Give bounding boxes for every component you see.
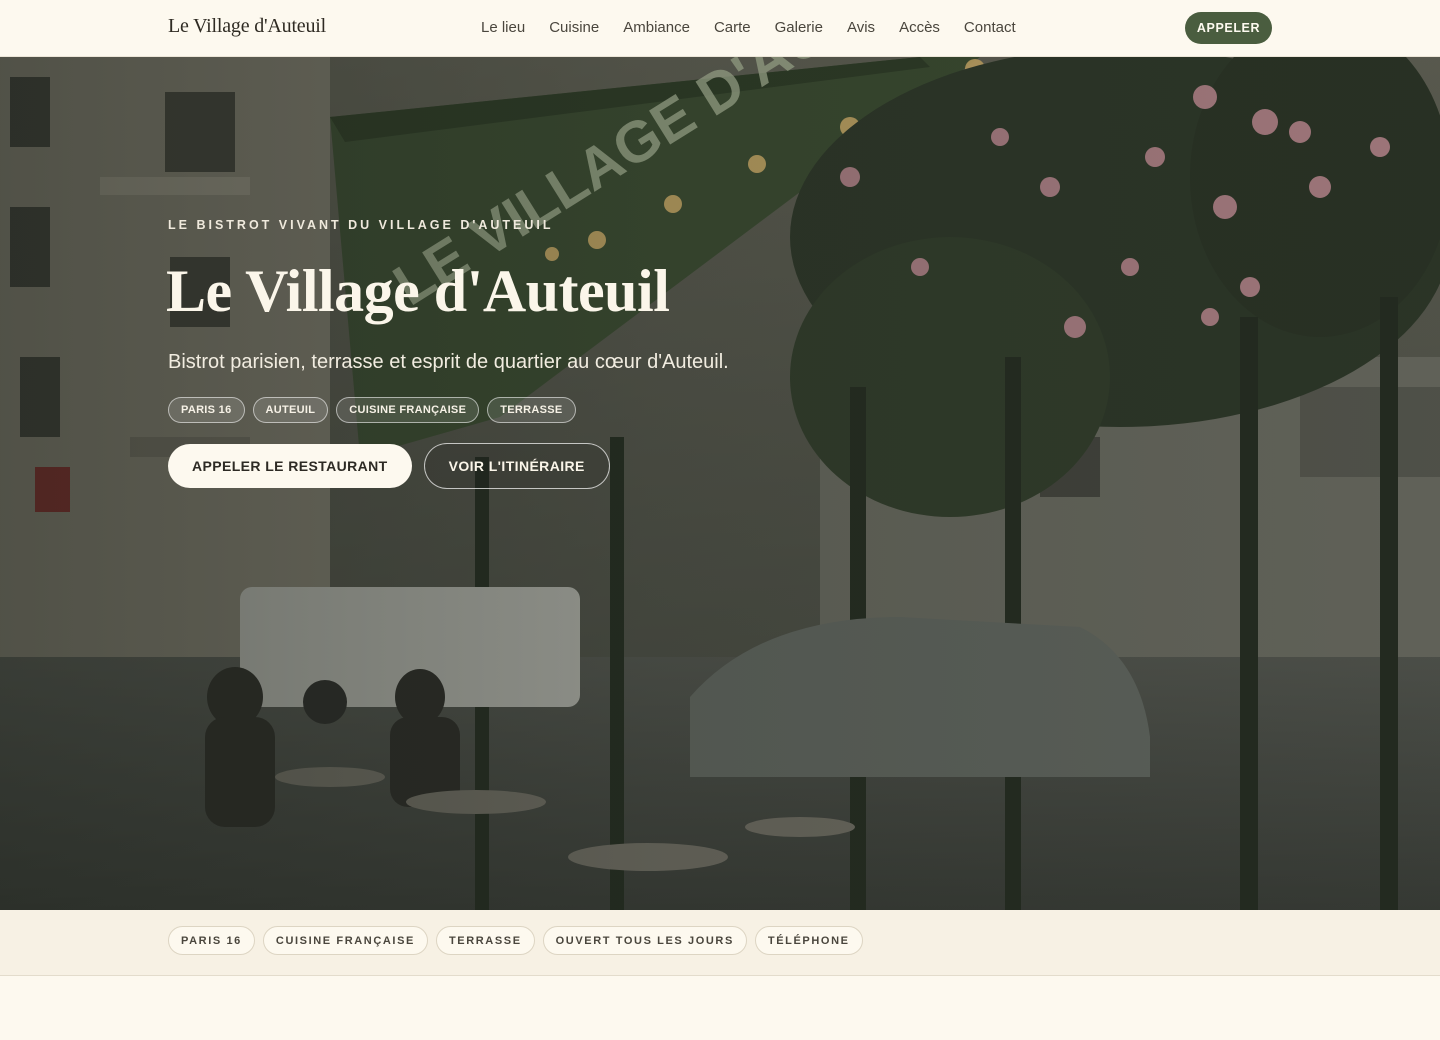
nav-carte[interactable]: Carte — [714, 19, 751, 37]
tag-telephone[interactable]: TÉLÉPHONE — [754, 926, 863, 955]
hero-eyebrow: LE BISTROT VIVANT DU VILLAGE D'AUTEUIL — [168, 218, 554, 232]
hero-section: LE VILLAGE D'AU — [0, 57, 1440, 910]
directions-button[interactable]: VOIR L'ITINÉRAIRE — [423, 443, 610, 489]
chip-paris-16: PARIS 16 — [168, 397, 245, 423]
nav-avis[interactable]: Avis — [847, 19, 875, 37]
call-button[interactable]: APPELER — [1185, 12, 1272, 44]
call-restaurant-button[interactable]: APPELER LE RESTAURANT — [168, 444, 412, 488]
nav-le-lieu[interactable]: Le lieu — [481, 19, 525, 37]
chip-auteuil: AUTEUIL — [252, 397, 329, 423]
brand-logo[interactable]: Le Village d'Auteuil — [168, 15, 326, 38]
main-nav: Le lieu Cuisine Ambiance Carte Galerie A… — [481, 19, 1040, 37]
info-tag-bar: PARIS 16 CUISINE FRANÇAISE TERRASSE OUVE… — [0, 910, 1440, 976]
hero-cta-row: APPELER LE RESTAURANT VOIR L'ITINÉRAIRE — [168, 443, 610, 489]
nav-galerie[interactable]: Galerie — [775, 19, 823, 37]
tag-paris-16: PARIS 16 — [168, 926, 255, 955]
site-header: Le Village d'Auteuil Le lieu Cuisine Amb… — [0, 0, 1440, 57]
tag-cuisine-francaise: CUISINE FRANÇAISE — [262, 926, 428, 955]
hero-title: Le Village d'Auteuil — [166, 258, 670, 324]
nav-acces[interactable]: Accès — [899, 19, 940, 37]
chip-cuisine-francaise: CUISINE FRANÇAISE — [336, 397, 480, 423]
tag-ouvert-tous-les-jours: OUVERT TOUS LES JOURS — [542, 926, 747, 955]
hero-subtitle: Bistrot parisien, terrasse et esprit de … — [168, 351, 729, 373]
chip-terrasse: TERRASSE — [487, 397, 576, 423]
nav-ambiance[interactable]: Ambiance — [623, 19, 690, 37]
nav-cuisine[interactable]: Cuisine — [549, 19, 599, 37]
nav-contact[interactable]: Contact — [964, 19, 1016, 37]
hero-chips: PARIS 16 AUTEUIL CUISINE FRANÇAISE TERRA… — [168, 397, 584, 423]
tag-terrasse: TERRASSE — [435, 926, 535, 955]
